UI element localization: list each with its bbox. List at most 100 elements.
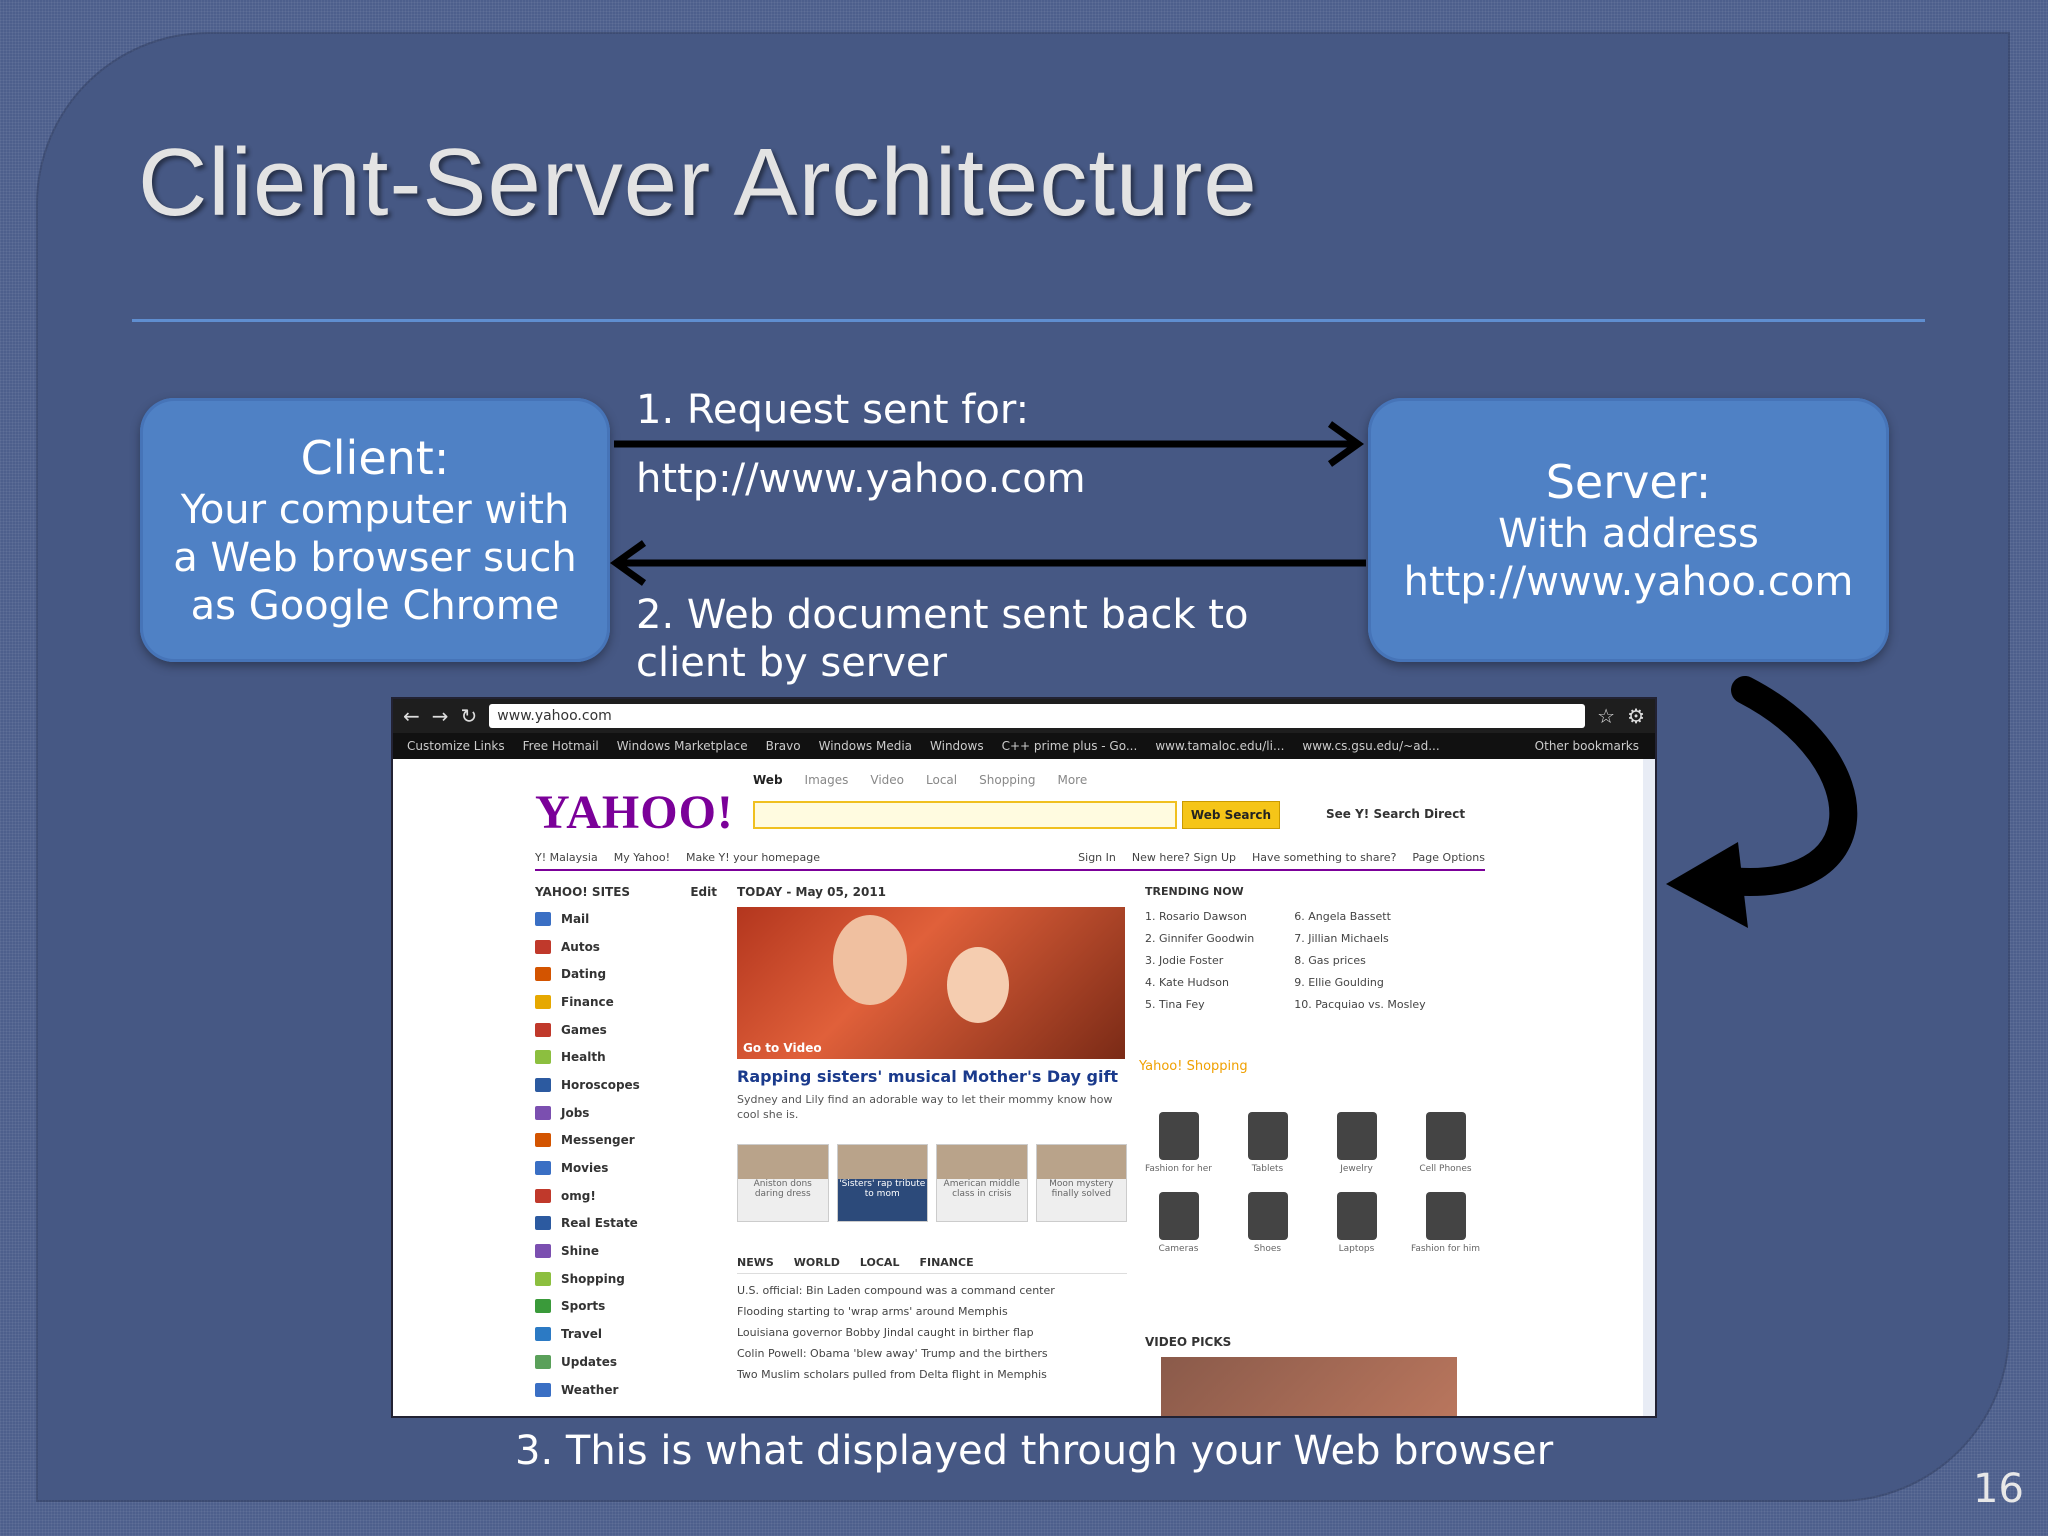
other-bookmarks[interactable]: Other bookmarks bbox=[1535, 739, 1639, 753]
site-item[interactable]: Games bbox=[535, 1016, 717, 1044]
search-tab[interactable]: Shopping bbox=[979, 773, 1035, 787]
forward-icon[interactable]: → bbox=[432, 704, 449, 728]
shopping-header[interactable]: Yahoo! Shopping bbox=[1139, 1059, 1485, 1074]
bookmark-item[interactable]: Bravo bbox=[766, 739, 801, 753]
site-item[interactable]: Travel bbox=[535, 1320, 717, 1348]
trending-item[interactable]: 7. Jillian Michaels bbox=[1294, 928, 1425, 950]
site-label: Real Estate bbox=[561, 1216, 638, 1231]
share-link[interactable]: Have something to share? bbox=[1252, 851, 1396, 869]
site-item[interactable]: Mail bbox=[535, 905, 717, 933]
site-item[interactable]: Jobs bbox=[535, 1099, 717, 1127]
today-headline[interactable]: Rapping sisters' musical Mother's Day gi… bbox=[737, 1067, 1127, 1086]
thumbnail[interactable]: Aniston dons daring dress bbox=[737, 1144, 829, 1222]
address-bar[interactable]: www.yahoo.com bbox=[489, 704, 1586, 728]
site-item[interactable]: Shopping bbox=[535, 1265, 717, 1293]
search-input[interactable] bbox=[753, 801, 1177, 829]
site-item[interactable]: Real Estate bbox=[535, 1210, 717, 1238]
site-item[interactable]: Finance bbox=[535, 988, 717, 1016]
trending-module: TRENDING NOW 1. Rosario Dawson 2. Ginnif… bbox=[1145, 885, 1485, 1016]
sign-in-link[interactable]: Sign In bbox=[1078, 851, 1116, 869]
site-label: Shopping bbox=[561, 1271, 625, 1286]
news-item[interactable]: Colin Powell: Obama 'blew away' Trump an… bbox=[737, 1343, 1127, 1364]
web-search-button[interactable]: Web Search bbox=[1182, 801, 1280, 829]
trending-item[interactable]: 8. Gas prices bbox=[1294, 950, 1425, 972]
yahoo-logo[interactable]: YAHOO! bbox=[535, 785, 734, 840]
site-item[interactable]: Dating bbox=[535, 960, 717, 988]
trending-item[interactable]: 5. Tina Fey bbox=[1145, 994, 1254, 1016]
news-tab[interactable]: NEWS bbox=[737, 1256, 774, 1269]
news-tab[interactable]: LOCAL bbox=[860, 1256, 900, 1269]
reload-icon[interactable]: ↻ bbox=[461, 704, 478, 728]
today-blurb: Sydney and Lily find an adorable way to … bbox=[737, 1093, 1113, 1121]
back-icon[interactable]: ← bbox=[403, 704, 420, 728]
site-item[interactable]: Messenger bbox=[535, 1127, 717, 1155]
thumbnail-selected[interactable]: 'Sisters' rap tribute to mom bbox=[836, 1144, 928, 1222]
bookmark-item[interactable]: Windows Media bbox=[819, 739, 912, 753]
wrench-icon[interactable]: ⚙ bbox=[1627, 704, 1645, 728]
page-options-link[interactable]: Page Options bbox=[1412, 851, 1485, 869]
thumbnail[interactable]: Moon mystery finally solved bbox=[1035, 1144, 1127, 1222]
shopping-item[interactable]: Cameras bbox=[1139, 1184, 1218, 1254]
search-direct-link[interactable]: See Y! Search Direct bbox=[1326, 807, 1465, 821]
bookmark-item[interactable]: Windows Marketplace bbox=[617, 739, 748, 753]
bookmark-item[interactable]: Free Hotmail bbox=[523, 739, 599, 753]
site-item[interactable]: Updates bbox=[535, 1348, 717, 1376]
site-label: Horoscopes bbox=[561, 1077, 640, 1092]
today-photo[interactable]: Go to Video bbox=[737, 907, 1125, 1059]
trending-item[interactable]: 9. Ellie Goulding bbox=[1294, 972, 1425, 994]
site-item[interactable]: Movies bbox=[535, 1154, 717, 1182]
search-tab[interactable]: Local bbox=[926, 773, 957, 787]
shopping-item[interactable]: Jewelry bbox=[1317, 1104, 1396, 1174]
news-item[interactable]: U.S. official: Bin Laden compound was a … bbox=[737, 1280, 1127, 1301]
utility-link[interactable]: Make Y! your homepage bbox=[686, 851, 820, 869]
news-item[interactable]: Louisiana governor Bobby Jindal caught i… bbox=[737, 1322, 1127, 1343]
go-to-video-link[interactable]: Go to Video bbox=[743, 1041, 822, 1055]
site-icon bbox=[535, 1327, 551, 1342]
bookmark-item[interactable]: www.cs.gsu.edu/~ad... bbox=[1302, 739, 1439, 753]
trending-item[interactable]: 2. Ginnifer Goodwin bbox=[1145, 928, 1254, 950]
utility-link[interactable]: Y! Malaysia bbox=[535, 851, 598, 869]
trending-item[interactable]: 6. Angela Bassett bbox=[1294, 906, 1425, 928]
bookmark-item[interactable]: C++ prime plus - Go... bbox=[1002, 739, 1138, 753]
trending-item[interactable]: 4. Kate Hudson bbox=[1145, 972, 1254, 994]
sites-edit-link[interactable]: Edit bbox=[690, 885, 717, 899]
bookmark-item[interactable]: Customize Links bbox=[407, 739, 505, 753]
site-item[interactable]: Shine bbox=[535, 1237, 717, 1265]
bookmark-item[interactable]: www.tamaloc.edu/li... bbox=[1155, 739, 1284, 753]
search-tab[interactable]: Video bbox=[870, 773, 904, 787]
shopping-item[interactable]: Fashion for him bbox=[1406, 1184, 1485, 1254]
site-item[interactable]: Health bbox=[535, 1043, 717, 1071]
shopping-grid: Fashion for her Tablets Jewelry Cell Phones… bbox=[1139, 1104, 1485, 1254]
shopping-item[interactable]: Cell Phones bbox=[1406, 1104, 1485, 1174]
site-item[interactable]: Horoscopes bbox=[535, 1071, 717, 1099]
product-image bbox=[1425, 1192, 1466, 1240]
search-tab[interactable]: Web bbox=[753, 773, 783, 787]
news-item[interactable]: Flooding starting to 'wrap arms' around … bbox=[737, 1301, 1127, 1322]
site-item[interactable]: Autos bbox=[535, 933, 717, 961]
news-tab[interactable]: WORLD bbox=[794, 1256, 840, 1269]
product-label: Fashion for him bbox=[1410, 1244, 1481, 1254]
shopping-item[interactable]: Fashion for her bbox=[1139, 1104, 1218, 1174]
trending-item[interactable]: 1. Rosario Dawson bbox=[1145, 906, 1254, 928]
shopping-item[interactable]: Shoes bbox=[1228, 1184, 1307, 1254]
utility-link[interactable]: My Yahoo! bbox=[614, 851, 670, 869]
search-tab[interactable]: More bbox=[1057, 773, 1087, 787]
bookmark-item[interactable]: Windows bbox=[930, 739, 984, 753]
star-icon[interactable]: ☆ bbox=[1597, 704, 1615, 728]
shopping-item[interactable]: Laptops bbox=[1317, 1184, 1396, 1254]
site-item[interactable]: Weather bbox=[535, 1376, 717, 1404]
news-tab[interactable]: FINANCE bbox=[919, 1256, 973, 1269]
trending-item[interactable]: 10. Pacquiao vs. Mosley bbox=[1294, 994, 1425, 1016]
thumbnail[interactable]: American middle class in crisis bbox=[936, 1144, 1028, 1222]
news-item[interactable]: Two Muslim scholars pulled from Delta fl… bbox=[737, 1364, 1127, 1385]
shopping-item[interactable]: Tablets bbox=[1228, 1104, 1307, 1174]
site-item[interactable]: Sports bbox=[535, 1293, 717, 1321]
site-item[interactable]: omg! bbox=[535, 1182, 717, 1210]
trending-item[interactable]: 3. Jodie Foster bbox=[1145, 950, 1254, 972]
vertical-scrollbar[interactable] bbox=[1643, 759, 1655, 1416]
product-image bbox=[1158, 1112, 1199, 1160]
search-tab[interactable]: Images bbox=[805, 773, 849, 787]
response-arrow bbox=[609, 540, 1366, 586]
sign-up-link[interactable]: New here? Sign Up bbox=[1132, 851, 1236, 869]
video-pick-thumbnail[interactable] bbox=[1161, 1357, 1457, 1416]
